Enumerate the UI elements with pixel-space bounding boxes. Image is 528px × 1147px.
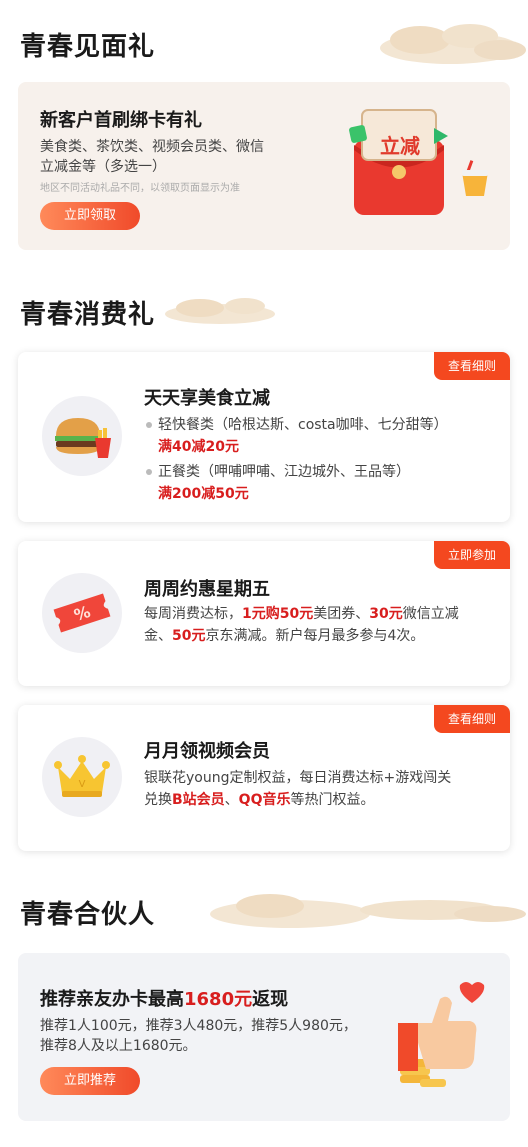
- monthly-video-card: 查看细则 V 月月领视频会员 银联花young定制权益，每日消费达标+游戏闯关 …: [18, 705, 510, 851]
- crown-icon: V: [54, 755, 110, 797]
- daily-food-title: 天天享美食立减: [144, 388, 270, 409]
- recommend-desc-2: 推荐8人及以上1680元。: [40, 1038, 197, 1054]
- friday-offer-highlight: 50元: [172, 628, 206, 644]
- video-highlight: B站会员: [172, 792, 225, 808]
- friday-text: 京东满减。新户每月最多参与4次。: [205, 628, 425, 644]
- food-icon-circle: [42, 396, 122, 476]
- new-card-title: 新客户首刷绑卡有礼: [40, 110, 202, 131]
- light-meal-text: 轻快餐类（哈根达斯、costa咖啡、七分甜等）: [158, 417, 448, 433]
- video-text: 等热门权益。: [290, 792, 375, 808]
- video-text: 、: [224, 792, 239, 808]
- dinner-text: 正餐类（呷哺呷哺、江边城外、王品等）: [158, 464, 410, 480]
- burger-fries-icon: [55, 418, 111, 458]
- new-card-desc-1: 美食类、茶饮类、视频会员类、微信: [40, 139, 264, 155]
- video-title: 月月领视频会员: [144, 741, 270, 762]
- new-card-note: 地区不同活动礼品不同，以领取页面显示为准: [40, 183, 240, 194]
- bullet-dot: [146, 469, 152, 475]
- video-desc-line2: 兑换B站会员、QQ音乐等热门权益。: [144, 789, 374, 811]
- friday-deal-card: 立即参加 % 周周约惠星期五 每周消费达标，1元购50元美团券、30元微信立减 …: [18, 541, 510, 686]
- friday-text: 每周消费达标，: [144, 606, 242, 622]
- recommend-title-text: 返现: [252, 989, 289, 1010]
- video-desc-line1: 银联花young定制权益，每日消费达标+游戏闯关: [144, 770, 452, 786]
- dinner-offer: 满200减50元: [158, 486, 249, 502]
- envelope-label: 立减: [380, 134, 420, 158]
- bullet-dot: [146, 422, 152, 428]
- section-title-consume: 青春消费礼: [20, 300, 156, 330]
- coupon-icon-circle: %: [42, 573, 122, 653]
- cloud-decoration: [380, 24, 526, 64]
- coupon-ticket-icon: %: [53, 593, 111, 633]
- light-meal-offer: 满40减20元: [158, 439, 239, 455]
- recommend-title: 推荐亲友办卡最高1680元返现: [40, 985, 288, 1011]
- view-rules-tag[interactable]: 查看细则: [434, 705, 510, 733]
- section-title-partner: 青春合伙人: [20, 900, 156, 930]
- view-rules-tag[interactable]: 查看细则: [434, 352, 510, 380]
- recommend-card: 推荐亲友办卡最高1680元返现 推荐1人100元，推荐3人480元，推荐5人98…: [18, 953, 510, 1121]
- claim-button[interactable]: 立即领取: [40, 202, 140, 230]
- recommend-button[interactable]: 立即推荐: [40, 1067, 140, 1095]
- daily-food-card: 查看细则 天天享美食立减 轻快餐类（哈根达斯、costa咖啡、七分甜等） 满40…: [18, 352, 510, 522]
- new-card-desc-2: 立减金等（多选一）: [40, 159, 166, 175]
- new-card-gift-card: 新客户首刷绑卡有礼 美食类、茶饮类、视频会员类、微信 立减金等（多选一） 地区不…: [18, 82, 510, 250]
- friday-text: 微信立减: [402, 606, 459, 622]
- red-envelope-icon: [349, 109, 448, 215]
- friday-desc-line1: 每周消费达标，1元购50元美团券、30元微信立减: [144, 603, 459, 625]
- svg-text:V: V: [79, 779, 86, 790]
- join-now-tag[interactable]: 立即参加: [434, 541, 510, 569]
- crown-icon-circle: V: [42, 737, 122, 817]
- recommend-title-text: 推荐亲友办卡最高: [40, 989, 184, 1010]
- friday-text: 美团券、: [313, 606, 370, 622]
- friday-offer-highlight: 30元: [369, 606, 403, 622]
- friday-desc-line2: 金、50元京东满减。新户每月最多参与4次。: [144, 625, 424, 647]
- recommend-title-amount: 1680元: [184, 989, 253, 1010]
- drink-cup-icon: [462, 160, 488, 196]
- friday-offer-highlight: 1元购50元: [242, 606, 314, 622]
- video-highlight: QQ音乐: [238, 792, 291, 808]
- thumbs-up-coins-icon: [398, 982, 485, 1087]
- cloud-decoration: [165, 298, 275, 324]
- cloud-decoration: [210, 894, 526, 928]
- friday-title: 周周约惠星期五: [144, 579, 270, 600]
- section-title-meet: 青春见面礼: [20, 32, 156, 62]
- video-text: 兑换: [144, 792, 172, 808]
- friday-text: 金、: [144, 628, 172, 644]
- recommend-desc-1: 推荐1人100元，推荐3人480元，推荐5人980元，: [40, 1018, 357, 1034]
